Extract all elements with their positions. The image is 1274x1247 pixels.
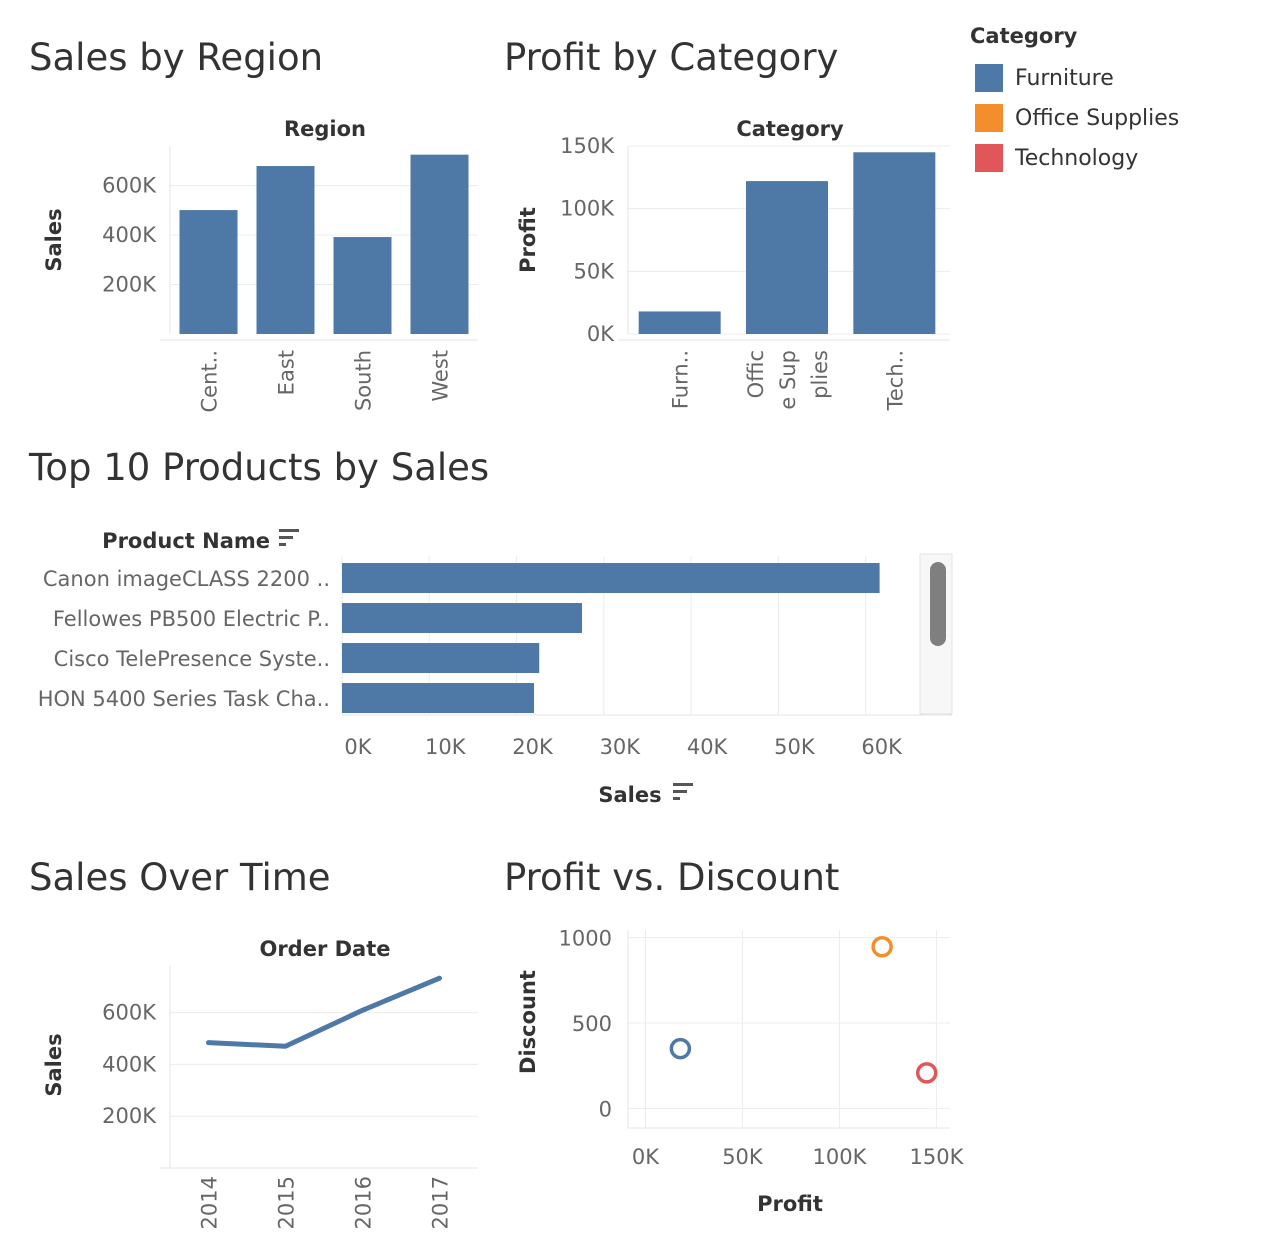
sort-icon[interactable]: [673, 783, 693, 800]
sort-bar: [279, 543, 286, 546]
y-axis-title-sales: Sales: [42, 208, 66, 271]
y-tick-label: 0K: [587, 322, 615, 346]
row-label-product: Fellowes PB500 Electric P..: [53, 607, 330, 631]
y-axis-title-discount: Discount: [516, 970, 540, 1074]
y-tick-label: 1000: [559, 927, 612, 951]
x-tick-label: 40K: [687, 735, 729, 759]
y-tick-label: 400K: [102, 1052, 157, 1076]
bar-product: [342, 603, 582, 633]
y-tick-label: 600K: [102, 1001, 157, 1025]
x-tick-label: South: [352, 350, 376, 411]
x-tick-label: 100K: [813, 1145, 868, 1169]
bar-furniture: [638, 311, 721, 334]
x-tick-label: Cent..: [198, 350, 222, 412]
scrollbar-thumb: [930, 562, 946, 646]
bar-west: [410, 154, 469, 334]
x-tick-label: 2016: [352, 1176, 376, 1229]
point-furniture: [669, 1037, 692, 1060]
sort-bar: [673, 790, 687, 793]
column-header-order-date: Order Date: [259, 937, 390, 961]
sort-bar: [279, 536, 293, 539]
column-header-category: Category: [736, 117, 844, 141]
x-tick-label: 150K: [909, 1145, 964, 1169]
x-tick-label: plies: [808, 350, 832, 399]
row-label-product: Canon imageCLASS 2200 ..: [43, 567, 330, 591]
y-tick-label: 150K: [560, 134, 615, 158]
x-tick-label: 50K: [774, 735, 816, 759]
x-tick-label: 30K: [600, 735, 642, 759]
sort-icon[interactable]: [279, 529, 299, 546]
y-tick-label: 200K: [102, 273, 157, 297]
point-office-supplies: [871, 935, 893, 958]
bar-product: [342, 563, 880, 593]
x-axis-title-sales: Sales: [598, 783, 661, 807]
x-tick-label: Offic: [744, 350, 768, 398]
sort-bar: [673, 797, 680, 800]
bar-technology: [853, 152, 936, 334]
x-tick-label: 2014: [198, 1176, 222, 1229]
x-tick-label: 50K: [722, 1145, 764, 1169]
x-tick-label: 2015: [275, 1176, 299, 1229]
row-header-product-name: Product Name: [102, 529, 270, 553]
vertical-scrollbar[interactable]: [919, 553, 953, 715]
y-axis-title-sales: Sales: [42, 1033, 66, 1096]
x-tick-label: Tech..: [883, 350, 907, 411]
x-tick-label: West: [429, 350, 453, 402]
y-axis-title-profit: Profit: [516, 207, 540, 273]
x-tick-label: 60K: [861, 735, 903, 759]
x-tick-label: e Sup: [776, 350, 800, 410]
sort-bar: [279, 529, 299, 532]
column-header-region: Region: [284, 117, 366, 141]
x-tick-label: Furn..: [669, 350, 693, 409]
y-tick-label: 400K: [102, 223, 157, 247]
point-technology: [915, 1062, 938, 1084]
y-tick-label: 50K: [574, 259, 616, 283]
sort-bar: [673, 783, 693, 786]
bar-product: [342, 643, 540, 673]
bar-east: [256, 166, 315, 334]
y-tick-label: 100K: [560, 197, 615, 221]
row-label-product: HON 5400 Series Task Cha..: [38, 687, 330, 711]
x-tick-label: 10K: [425, 735, 467, 759]
x-tick-label: 0K: [632, 1145, 660, 1169]
y-tick-label: 500: [572, 1012, 612, 1036]
bar-office-supplies: [746, 181, 828, 334]
y-tick-label: 600K: [102, 174, 157, 198]
y-tick-label: 200K: [102, 1104, 157, 1128]
x-tick-label: East: [275, 350, 299, 395]
y-tick-label: 0: [599, 1097, 612, 1121]
x-axis-title-profit: Profit: [757, 1192, 823, 1216]
x-tick-label: 20K: [512, 735, 554, 759]
row-label-product: Cisco TelePresence Syste..: [54, 647, 330, 671]
dashboard-charts[interactable]: Region Sales 200K 400K 600K Cent.. East South We…: [0, 0, 1274, 1247]
x-tick-label: 2017: [429, 1176, 453, 1229]
bar-central: [179, 210, 238, 334]
x-tick-label: 0K: [344, 735, 372, 759]
bar-south: [333, 237, 392, 334]
bar-product: [342, 683, 534, 713]
